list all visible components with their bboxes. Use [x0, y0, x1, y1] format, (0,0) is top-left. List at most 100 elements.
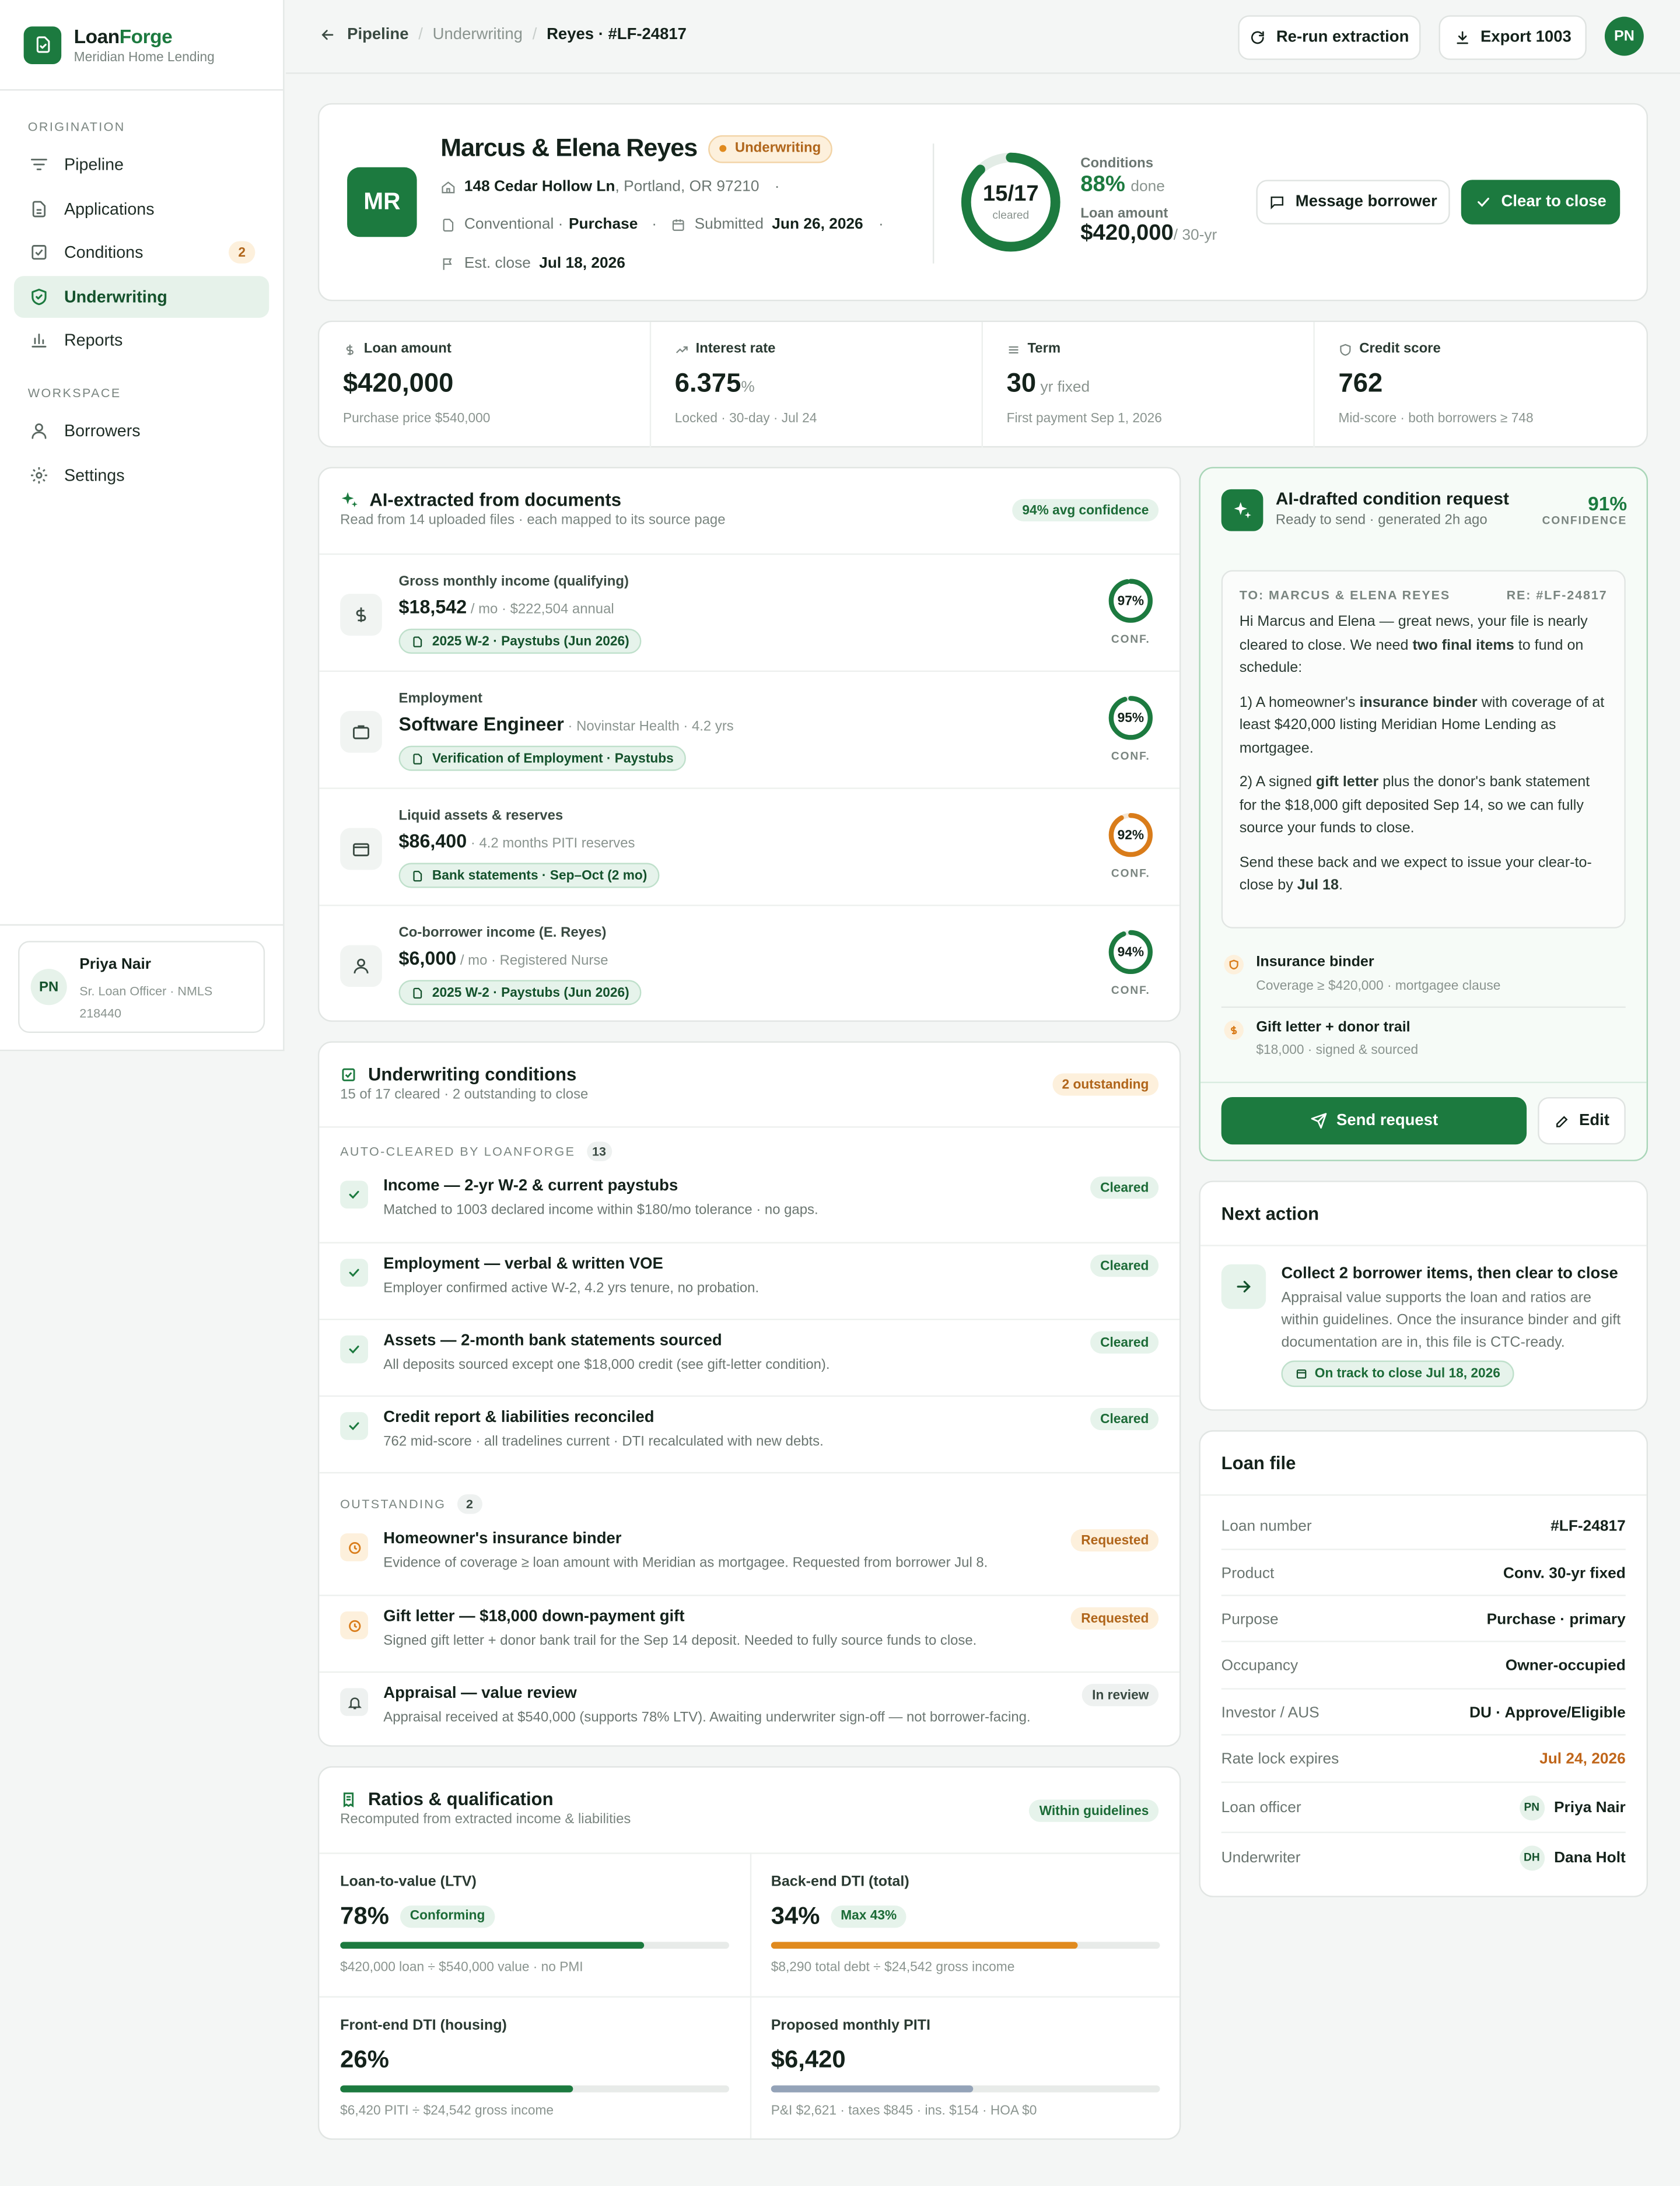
current-user-card[interactable]: PN Priya Nair Sr. Loan Officer · NMLS 21…	[18, 941, 265, 1034]
cleared-tag: Cleared	[1090, 1255, 1159, 1277]
next-action-card: Next action Collect 2 borrower items, th…	[1199, 1180, 1648, 1411]
request-item-insurance: Insurance binder Coverage ≥ $420,000 · m…	[1221, 945, 1626, 1008]
condition-row[interactable]: Homeowner's insurance binder Evidence of…	[319, 1518, 1180, 1595]
request-title: AI-drafted condition request	[1275, 489, 1509, 509]
arrow-left-icon[interactable]	[319, 26, 336, 43]
trend-up-icon	[675, 342, 689, 356]
borrower-avatar: MR	[347, 167, 417, 237]
cleared-tag: Cleared	[1090, 1407, 1159, 1431]
source-document-chip[interactable]: 2025 W-2 · Paystubs (Jun 2026)	[398, 980, 642, 1006]
sidebar-item-label: Reports	[64, 330, 123, 350]
sidebar-item-label: Underwriting	[64, 287, 167, 307]
loan-term: / 30-yr	[1173, 227, 1217, 244]
sidebar: LoanForge Meridian Home Lending Originat…	[0, 0, 285, 1052]
user-icon	[340, 945, 382, 987]
shield-check-icon	[28, 286, 50, 308]
file-icon	[411, 635, 424, 648]
draft-message-body[interactable]: TO: MARCUS & ELENA REYES RE: #LF-24817 H…	[1221, 570, 1626, 929]
cleared-tag: Cleared	[1090, 1331, 1159, 1354]
dollar-icon	[340, 594, 382, 636]
loan-file-row-purpose: Purpose Purchase · primary	[1221, 1595, 1626, 1642]
message-re: RE: #LF-24817	[1506, 588, 1608, 602]
sidebar-item-pipeline[interactable]: Pipeline	[14, 143, 269, 185]
source-document-chip[interactable]: Verification of Employment · Paystubs	[398, 745, 687, 771]
condition-row[interactable]: Income — 2-yr W-2 & current paystubs Mat…	[319, 1165, 1180, 1242]
sidebar-item-label: Pipeline	[64, 155, 124, 174]
nav-section-workspace: Workspace	[27, 386, 121, 400]
bell-icon	[340, 1688, 368, 1716]
sidebar-item-underwriting[interactable]: Underwriting	[13, 276, 270, 318]
user-role: Sr. Loan Officer · NMLS 218440	[79, 984, 213, 1021]
stat-term: Term 30 yr fixed First payment Sep 1, 20…	[983, 322, 1315, 448]
extracted-row-employment[interactable]: Employment Software Engineer · Novinstar…	[319, 670, 1180, 788]
checklist-icon	[340, 1066, 357, 1083]
condition-row[interactable]: Assets — 2-month bank statements sourced…	[319, 1318, 1180, 1395]
confidence-label: CONFIDENCE	[1542, 514, 1628, 527]
backend-dti-bar-fill	[771, 1942, 1079, 1949]
extracted-row-income[interactable]: Gross monthly income (qualifying) $18,54…	[319, 553, 1180, 671]
extracted-row-coborrower-income[interactable]: Co-borrower income (E. Reyes) $6,000 / m…	[319, 905, 1180, 1022]
bar-chart-icon	[28, 329, 50, 351]
source-document-chip[interactable]: Bank statements · Sep–Oct (2 mo)	[398, 863, 660, 888]
breadcrumb-underwriting[interactable]: Underwriting	[433, 26, 523, 43]
clock-icon	[340, 1611, 368, 1640]
message-paragraph: 2) A signed gift letter plus the donor's…	[1239, 773, 1590, 837]
download-icon	[1454, 29, 1471, 46]
sidebar-item-settings[interactable]: Settings	[14, 454, 269, 496]
sidebar-item-reports[interactable]: Reports	[14, 319, 269, 361]
arrow-right-icon	[1221, 1264, 1266, 1309]
section-title: Underwriting conditions	[368, 1063, 577, 1085]
section-subtitle: 15 of 17 cleared · 2 outstanding to clos…	[340, 1087, 589, 1103]
send-request-button[interactable]: Send request	[1221, 1096, 1527, 1145]
condition-row[interactable]: Credit report & liabilities reconciled 7…	[319, 1395, 1180, 1472]
condition-row[interactable]: Employment — verbal & written VOE Employ…	[319, 1242, 1180, 1319]
on-track-badge: On track to close Jul 18, 2026	[1281, 1360, 1514, 1388]
export-1003-button[interactable]: Export 1003	[1438, 15, 1587, 60]
clock-icon	[340, 1533, 368, 1561]
max-dti-pill: Max 43%	[831, 1904, 907, 1928]
conditions-progress-ring: 15/17 cleared	[959, 150, 1062, 254]
message-borrower-button[interactable]: Message borrower	[1256, 180, 1450, 225]
stat-interest-rate: Interest rate 6.375% Locked · 30-day · J…	[651, 322, 983, 448]
condition-row[interactable]: Gift letter — $18,000 down-payment gift …	[319, 1595, 1180, 1671]
submitted-date: Jun 26, 2026	[772, 216, 863, 233]
loan-file-row-investor: Investor / AUS DU · Approve/Eligible	[1221, 1688, 1626, 1735]
check-icon	[340, 1259, 368, 1287]
progress-count: 15/17	[982, 183, 1039, 206]
clear-to-close-button[interactable]: Clear to close	[1461, 180, 1620, 225]
sparkle-icon	[340, 491, 358, 509]
source-document-chip[interactable]: 2025 W-2 · Paystubs (Jun 2026)	[398, 628, 642, 654]
check-icon	[340, 1412, 368, 1440]
frontend-dti-bar-fill	[340, 2085, 574, 2093]
next-action-heading: Collect 2 borrower items, then clear to …	[1281, 1266, 1618, 1283]
breadcrumb-pipeline[interactable]: Pipeline	[347, 26, 408, 43]
ltv-bar-fill	[340, 1942, 644, 1949]
section-title: AI-extracted from documents	[369, 489, 621, 510]
loan-file-row-rate-lock: Rate lock expires Jul 24, 2026	[1221, 1734, 1626, 1781]
filter-lines-icon	[28, 153, 50, 176]
sidebar-item-label: Settings	[64, 465, 125, 485]
calendar-icon	[1295, 1368, 1308, 1381]
guidelines-badge: Within guidelines	[1029, 1799, 1159, 1822]
sidebar-item-conditions[interactable]: Conditions 2	[14, 232, 269, 274]
request-item-gift-letter: Gift letter + donor trail $18,000 · sign…	[1222, 1009, 1626, 1072]
sidebar-item-applications[interactable]: Applications	[14, 188, 269, 230]
sidebar-item-borrowers[interactable]: Borrowers	[14, 410, 269, 452]
section-title: Next action	[1221, 1203, 1320, 1224]
conditions-count-badge: 2	[228, 241, 256, 264]
condition-row[interactable]: Appraisal — value review Appraisal recei…	[319, 1671, 1180, 1748]
message-icon	[1269, 194, 1286, 211]
edit-request-button[interactable]: Edit	[1538, 1096, 1626, 1145]
rerun-extraction-button[interactable]: Re-run extraction	[1238, 15, 1421, 60]
section-title: Loan file	[1221, 1452, 1296, 1474]
extracted-row-assets[interactable]: Liquid assets & reserves $86,400 · 4.2 m…	[319, 787, 1180, 905]
pencil-icon	[1554, 1113, 1569, 1128]
sparkle-icon	[1221, 489, 1264, 531]
loan-file-row-occupancy: Occupancy Owner-occupied	[1221, 1641, 1626, 1688]
message-to: TO: MARCUS & ELENA REYES	[1239, 588, 1451, 602]
check-icon	[1475, 194, 1492, 211]
user-avatar[interactable]: PN	[1604, 16, 1644, 56]
property-address: 148 Cedar Hollow Ln	[464, 178, 615, 195]
confidence-ring: 95% CONF.	[1105, 694, 1156, 762]
brand[interactable]: LoanForge Meridian Home Lending	[0, 0, 284, 91]
